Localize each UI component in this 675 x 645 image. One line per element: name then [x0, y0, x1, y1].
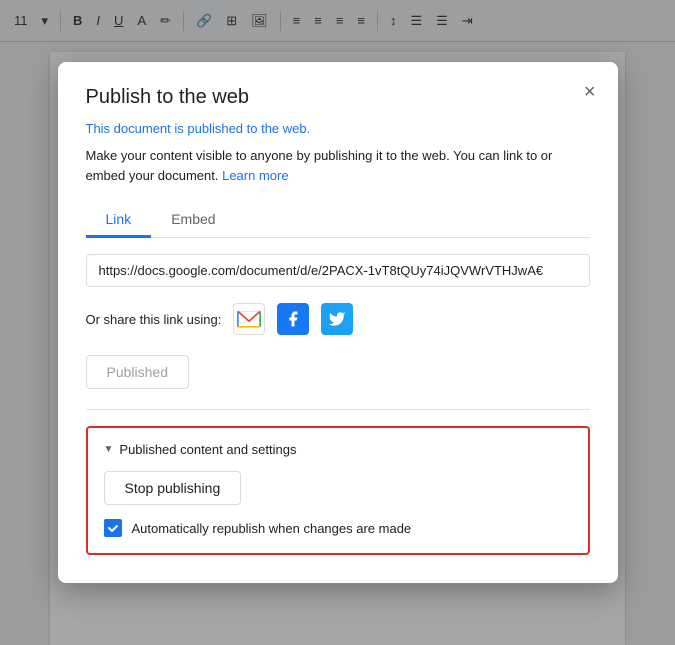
stop-publishing-button[interactable]: Stop publishing [104, 471, 242, 505]
modal-title: Publish to the web [86, 86, 590, 109]
share-row: Or share this link using: [86, 303, 590, 335]
modal-description: Make your content visible to anyone by p… [86, 146, 590, 185]
pub-section-header[interactable]: ▼ Published content and settings [104, 442, 572, 457]
learn-more-link[interactable]: Learn more [222, 168, 288, 183]
share-twitter-icon[interactable] [321, 303, 353, 335]
published-button: Published [86, 355, 190, 389]
link-input[interactable] [86, 254, 590, 287]
pub-section: ▼ Published content and settings Stop pu… [86, 426, 590, 555]
share-gmail-icon[interactable] [233, 303, 265, 335]
modal-overlay: Publish to the web × This document is pu… [0, 0, 675, 645]
tab-embed[interactable]: Embed [151, 203, 235, 238]
share-label: Or share this link using: [86, 312, 222, 327]
published-notice: This document is published to the web. [86, 121, 590, 136]
share-facebook-icon[interactable] [277, 303, 309, 335]
pub-section-title-text: Published content and settings [119, 442, 296, 457]
auto-republish-row: Automatically republish when changes are… [104, 519, 572, 537]
publish-modal: Publish to the web × This document is pu… [58, 62, 618, 583]
tabs-container: Link Embed [86, 203, 590, 238]
tab-link[interactable]: Link [86, 203, 152, 238]
divider [86, 409, 590, 410]
chevron-down-icon: ▼ [104, 444, 114, 455]
auto-republish-checkbox[interactable] [104, 519, 122, 537]
close-button[interactable]: × [580, 78, 600, 106]
auto-republish-label: Automatically republish when changes are… [132, 521, 412, 536]
